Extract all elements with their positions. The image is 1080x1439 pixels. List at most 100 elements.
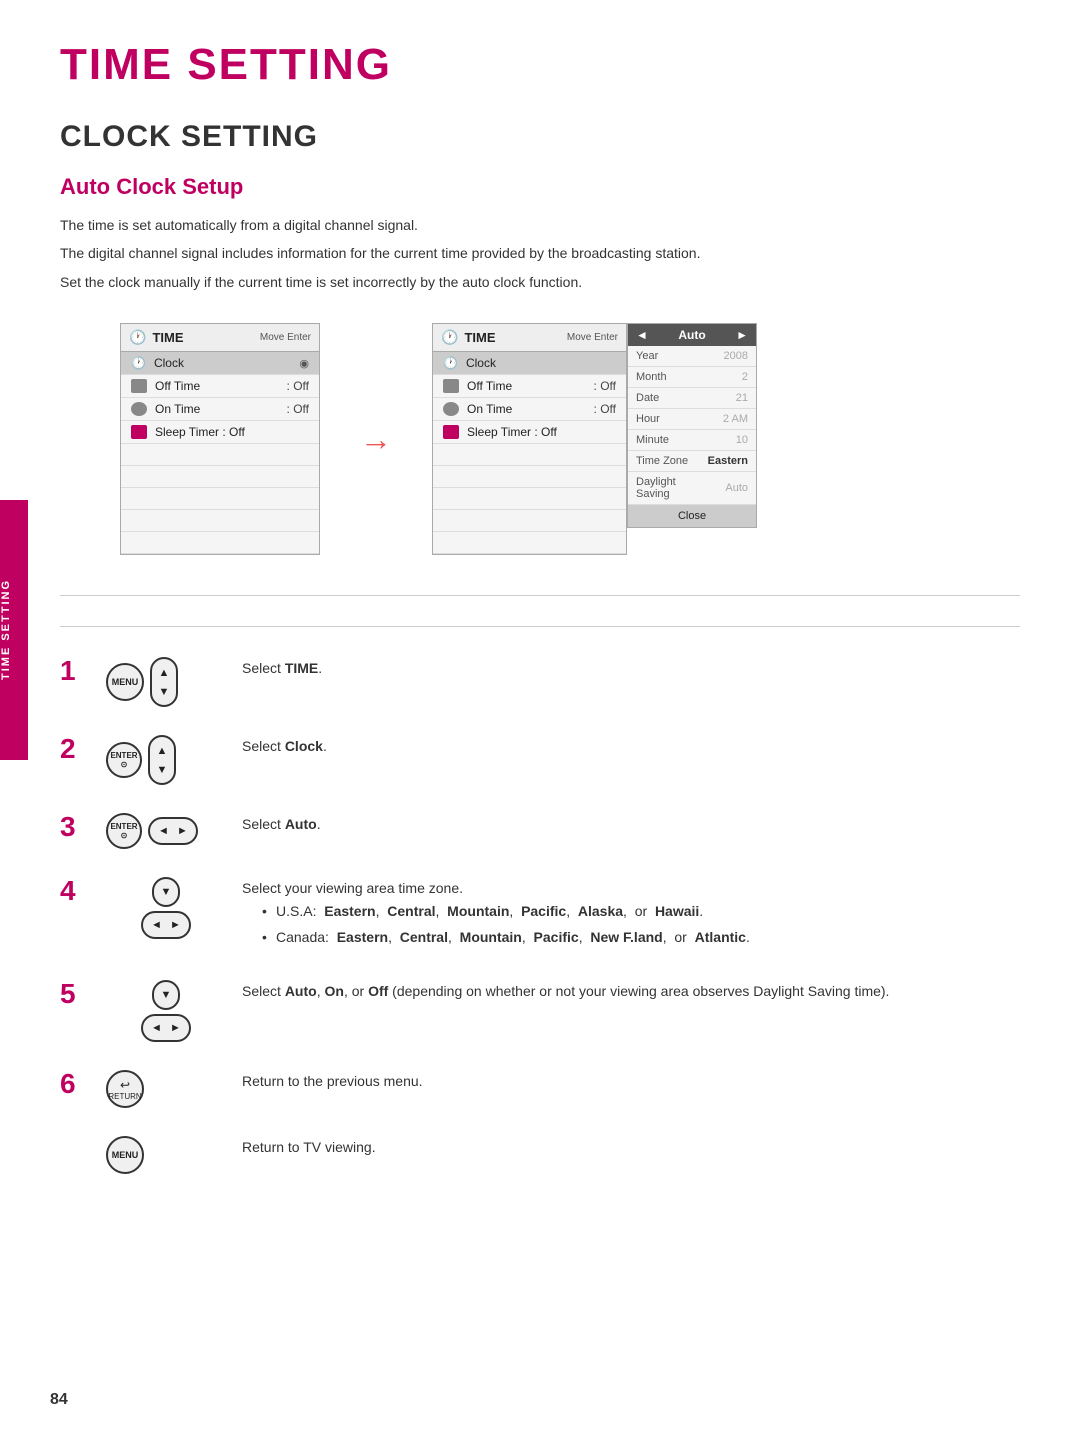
section-title: CLOCK SETTING	[60, 120, 1020, 154]
step-5: 5 ▼ ◄ ► Select Auto, On, or Off (dependi…	[60, 980, 1020, 1042]
tv-menu-right-row-clock: 🕐 Clock	[433, 352, 626, 375]
date-value: 21	[736, 392, 748, 404]
step-1-bold: TIME	[285, 660, 318, 676]
down-button-4[interactable]: ▼	[152, 877, 180, 907]
side-panel-date: Date 21	[628, 388, 756, 409]
right-arrow-4: ►	[170, 919, 181, 931]
month-value: 2	[742, 371, 748, 383]
step-6-number: 6	[60, 1070, 90, 1098]
side-panel-auto-label: Auto	[678, 328, 705, 342]
return-button-6[interactable]: ↩ RETURN	[106, 1070, 144, 1108]
sleep-label-r: Sleep Timer : Off	[467, 425, 616, 439]
side-panel-close[interactable]: Close	[628, 505, 756, 527]
daylight-value: Auto	[725, 482, 748, 494]
spacer-row-4	[121, 510, 319, 532]
offtime-value-r: : Off	[594, 379, 616, 393]
tv-menu-right-title-text: TIME	[464, 330, 495, 345]
tv-menu-left-row-ontime: On Time : Off	[121, 398, 319, 421]
sub-section-title: Auto Clock Setup	[60, 174, 1020, 200]
clock-row-radio: ◉	[299, 357, 309, 370]
enter-button-2[interactable]: ENTER⊙	[106, 742, 142, 778]
menu-button-1[interactable]: MENU	[106, 663, 144, 701]
side-panel-year: Year 2008	[628, 346, 756, 367]
date-label: Date	[636, 392, 659, 404]
spacer-r-4	[433, 510, 626, 532]
mockup-arrow: →	[360, 421, 392, 458]
hour-value: 2 AM	[723, 413, 748, 425]
tv-menu-right: 🕐 TIME Move Enter 🕐 Clock Off Time : Off	[432, 323, 627, 555]
timezone-value: Eastern	[708, 455, 748, 467]
tv-menu-right-row-sleep: Sleep Timer : Off	[433, 421, 626, 444]
left-right-button-4[interactable]: ◄ ►	[141, 911, 191, 939]
down-arrow-5: ▼	[161, 989, 172, 1001]
spacer-row-2	[121, 466, 319, 488]
spacer-row-3	[121, 488, 319, 510]
up-down-button-2[interactable]: ▲ ▼	[148, 735, 176, 785]
menu-button-final[interactable]: MENU	[106, 1136, 144, 1174]
tv-menu-right-nav: Move Enter	[567, 332, 618, 343]
daylight-label: DaylightSaving	[636, 476, 676, 500]
side-panel-timezone: Time Zone Eastern	[628, 451, 756, 472]
step-5-text: Select Auto, On, or Off (depending on wh…	[242, 980, 1020, 1002]
side-panel: ◄ Auto ► Year 2008 Month 2 Date 21 Hou	[627, 323, 757, 528]
step-2-bold: Clock	[285, 738, 323, 754]
left-right-button-3[interactable]: ◄ ►	[148, 817, 198, 845]
side-panel-minute: Minute 10	[628, 430, 756, 451]
clock-icon-r: 🕐	[443, 356, 458, 370]
step-4-number: 4	[60, 877, 90, 905]
side-panel-right-arrow: ►	[736, 328, 748, 342]
spacer-row-5	[121, 532, 319, 554]
clock-row-icon: 🕐	[131, 356, 146, 370]
spacer-r-2	[433, 466, 626, 488]
year-label: Year	[636, 350, 658, 362]
tv-menu-right-container: 🕐 TIME Move Enter 🕐 Clock Off Time : Off	[432, 323, 757, 555]
step-menu-text: Return to TV viewing.	[242, 1136, 1020, 1158]
step-1-text: Select TIME.	[242, 657, 1020, 679]
step-3-number: 3	[60, 813, 90, 841]
step-6: 6 ↩ RETURN Return to the previous menu.	[60, 1070, 1020, 1108]
side-panel-header: ◄ Auto ►	[628, 324, 756, 346]
tv-menu-left-row-clock: 🕐 Clock ◉	[121, 352, 319, 375]
down-button-5[interactable]: ▼	[152, 980, 180, 1010]
minute-value: 10	[736, 434, 748, 446]
sleep-icon-r	[443, 425, 459, 439]
sleep-icon	[131, 425, 147, 439]
hour-label: Hour	[636, 413, 660, 425]
tv-menu-right-row-ontime: On Time : Off	[433, 398, 626, 421]
tv-menu-left-row-offtime: Off Time : Off	[121, 375, 319, 398]
mockup-area: 🕐 TIME Move Enter 🕐 Clock ◉ Off Time : O…	[120, 323, 1020, 555]
sleep-label: Sleep Timer : Off	[155, 425, 309, 439]
steps-area: 1 MENU ▲ ▼ Select TIME. 2 ENTER⊙ ▲ ▼	[60, 626, 1020, 1174]
step-2-icons: ENTER⊙ ▲ ▼	[106, 735, 226, 785]
month-label: Month	[636, 371, 667, 383]
left-right-button-5[interactable]: ◄ ►	[141, 1014, 191, 1042]
side-panel-daylight: DaylightSaving Auto	[628, 472, 756, 505]
tv-menu-left-title: 🕐 TIME	[129, 329, 184, 346]
tv-menu-right-header: 🕐 TIME Move Enter	[433, 324, 626, 352]
left-arrow-3: ◄	[158, 825, 169, 837]
page-number: 84	[50, 1391, 68, 1409]
step-menu: MENU Return to TV viewing.	[60, 1136, 1020, 1174]
step-2-text: Select Clock.	[242, 735, 1020, 757]
offtime-value: : Off	[287, 379, 309, 393]
page-title: TIME SETTING	[60, 40, 1020, 90]
enter-button-3[interactable]: ENTER⊙	[106, 813, 142, 849]
tv-menu-right-row-offtime: Off Time : Off	[433, 375, 626, 398]
description-line3: Set the clock manually if the current ti…	[60, 271, 1020, 293]
step-1: 1 MENU ▲ ▼ Select TIME.	[60, 657, 1020, 707]
year-value: 2008	[724, 350, 748, 362]
clock-label-r: Clock	[466, 356, 616, 370]
step-4-bullets: U.S.A: Eastern, Central, Mountain, Pacif…	[242, 900, 1020, 949]
side-panel-left-arrow: ◄	[636, 328, 648, 342]
ontime-icon	[131, 402, 147, 416]
section-divider	[60, 595, 1020, 596]
step-menu-icons: MENU	[106, 1136, 226, 1174]
up-down-button-1[interactable]: ▲ ▼	[150, 657, 178, 707]
tv-menu-left: 🕐 TIME Move Enter 🕐 Clock ◉ Off Time : O…	[120, 323, 320, 555]
down-arrow-4: ▼	[161, 886, 172, 898]
step-4-bullet-1: U.S.A: Eastern, Central, Mountain, Pacif…	[262, 900, 1020, 922]
offtime-label-r: Off Time	[467, 379, 586, 393]
spacer-r-5	[433, 532, 626, 554]
up-arrow-2: ▲	[157, 745, 168, 757]
down-arrow-2: ▼	[157, 764, 168, 776]
